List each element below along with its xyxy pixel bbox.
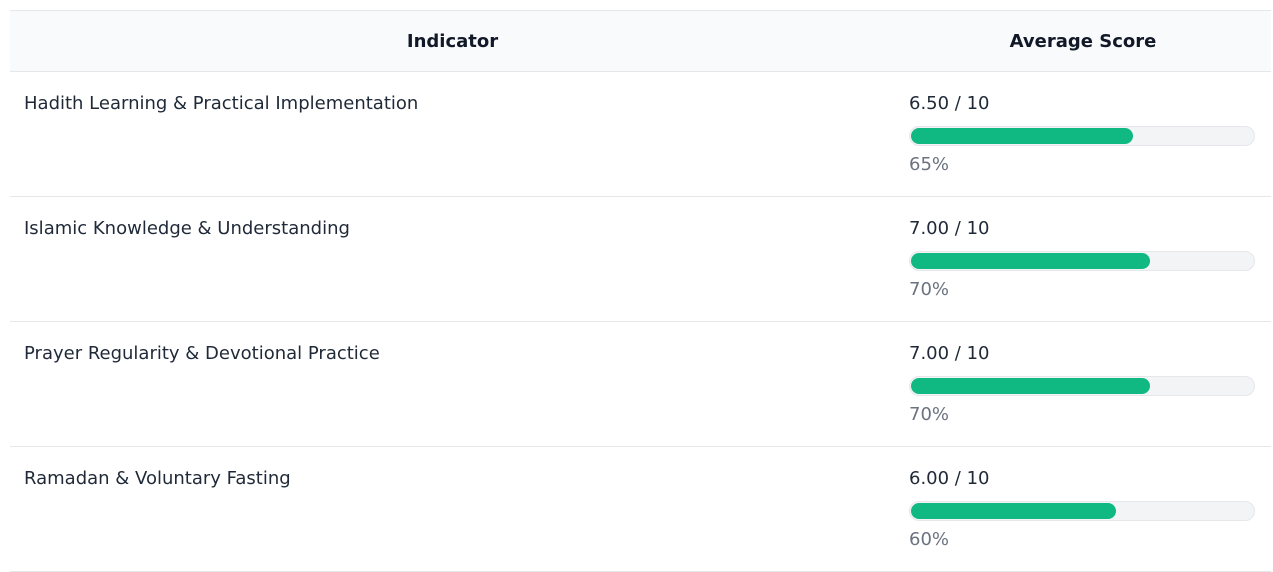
progress-bar-track: [909, 251, 1255, 271]
indicator-name: Islamic Knowledge & Understanding: [10, 196, 895, 322]
table-header-row: Indicator Average Score: [10, 10, 1271, 72]
progress-bar-fill: [911, 253, 1150, 269]
header-indicator: Indicator: [10, 10, 895, 72]
percent-label: 60%: [909, 529, 950, 550]
score-cell: 7.00 / 10 70%: [895, 321, 1271, 447]
table-row: Hadith Learning & Practical Implementati…: [10, 71, 1271, 197]
table-row: Prayer Regularity & Devotional Practice …: [10, 321, 1271, 447]
score-value: 6.00 / 10: [909, 468, 990, 489]
progress-bar-fill: [911, 128, 1133, 144]
indicator-name: Prayer Regularity & Devotional Practice: [10, 321, 895, 447]
table-row: Islamic Knowledge & Understanding 7.00 /…: [10, 196, 1271, 322]
score-cell: 7.00 / 10 70%: [895, 196, 1271, 322]
score-cell: 6.50 / 10 65%: [895, 71, 1271, 197]
progress-bar-track: [909, 376, 1255, 396]
header-average-score: Average Score: [895, 10, 1271, 72]
indicator-scores-table: Indicator Average Score Hadith Learning …: [10, 10, 1271, 572]
percent-label: 65%: [909, 154, 950, 175]
indicator-name: Hadith Learning & Practical Implementati…: [10, 71, 895, 197]
score-cell: 6.00 / 10 60%: [895, 446, 1271, 572]
progress-bar-fill: [911, 378, 1150, 394]
indicator-name: Ramadan & Voluntary Fasting: [10, 446, 895, 572]
progress-bar-track: [909, 126, 1255, 146]
percent-label: 70%: [909, 279, 950, 300]
indicator-scores-table-wrapper: Indicator Average Score Hadith Learning …: [10, 10, 1271, 572]
progress-bar-track: [909, 501, 1255, 521]
score-value: 6.50 / 10: [909, 93, 990, 114]
table-row: Ramadan & Voluntary Fasting 6.00 / 10 60…: [10, 446, 1271, 572]
score-value: 7.00 / 10: [909, 218, 990, 239]
score-value: 7.00 / 10: [909, 343, 990, 364]
percent-label: 70%: [909, 404, 950, 425]
progress-bar-fill: [911, 503, 1116, 519]
